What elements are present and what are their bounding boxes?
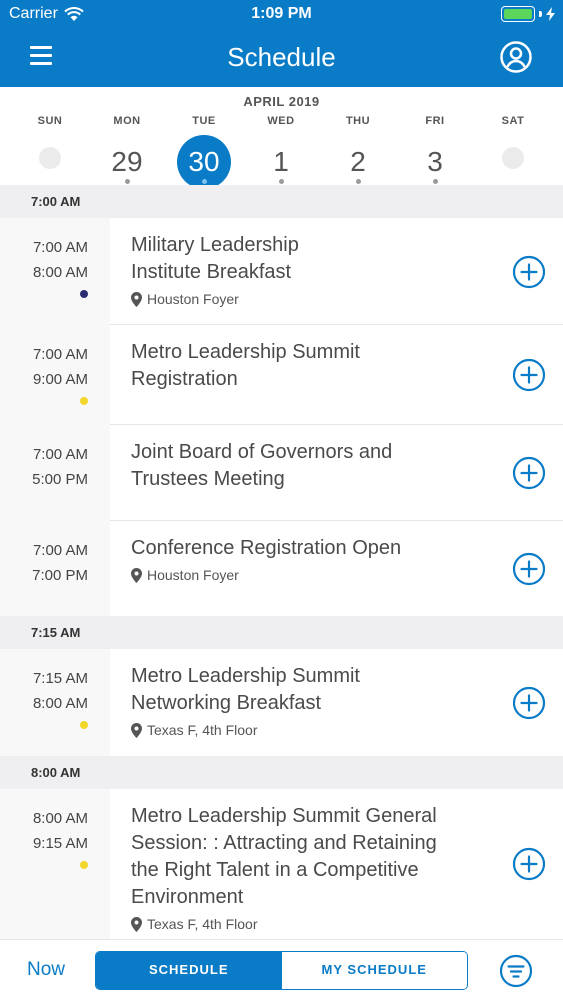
- event-location: Texas F, 4th Floor: [131, 722, 258, 738]
- schedule-list[interactable]: 7:00 AM 7:00 AM 8:00 AM Military Leadership…: [0, 185, 563, 939]
- event-title-line[interactable]: Joint Board of Governors and: [131, 439, 481, 466]
- schedule-tab[interactable]: SCHEDULE: [96, 952, 282, 989]
- empty-day-marker: [502, 147, 524, 169]
- event-end-time: 9:00 AM: [32, 371, 88, 388]
- day-name: MON: [113, 115, 141, 127]
- status-bar: Carrier 1:09 PM: [0, 0, 563, 30]
- time-section-header: 7:15 AM: [0, 616, 563, 649]
- event-title-line[interactable]: Metro Leadership Summit General: [131, 803, 481, 830]
- event-indicator-dot: [432, 179, 438, 184]
- event-location: Texas F, 4th Floor: [131, 916, 258, 932]
- add-to-schedule-icon[interactable]: [512, 358, 546, 392]
- event-start-time: 7:15 AM: [32, 670, 88, 687]
- time-section-header: 8:00 AM: [0, 756, 563, 789]
- empty-day-marker: [39, 147, 61, 169]
- event-title-line[interactable]: Registration: [131, 366, 481, 393]
- track-color-dot: [80, 721, 88, 729]
- event-end-time: 8:00 AM: [32, 264, 88, 281]
- day-column[interactable]: SAT: [478, 115, 548, 169]
- location-pin-icon: [131, 916, 142, 932]
- event-start-time: 7:00 AM: [32, 239, 88, 256]
- event-title-line[interactable]: the Right Talent in a Competitive: [131, 857, 481, 884]
- location-label: Texas F, 4th Floor: [147, 722, 258, 738]
- location-pin-icon: [131, 567, 142, 583]
- day-number[interactable]: 1: [254, 135, 308, 189]
- day-column[interactable]: TUE 30: [169, 115, 239, 189]
- add-to-schedule-icon[interactable]: [512, 255, 546, 289]
- day-column[interactable]: MON 29: [92, 115, 162, 189]
- day-name: SAT: [501, 115, 525, 127]
- add-to-schedule-icon[interactable]: [512, 847, 546, 881]
- event-row[interactable]: 7:00 AM 8:00 AM Military Leadership Institu…: [0, 218, 563, 325]
- event-title-line[interactable]: Military Leadership: [131, 232, 481, 259]
- filter-icon[interactable]: [499, 954, 533, 988]
- day-name: TUE: [192, 115, 216, 127]
- event-start-time: 7:00 AM: [32, 346, 88, 363]
- now-button[interactable]: Now: [27, 959, 65, 981]
- day-name: SUN: [37, 115, 63, 127]
- location-pin-icon: [131, 291, 142, 307]
- bottom-bar: Now SCHEDULE MY SCHEDULE: [0, 939, 563, 1000]
- add-to-schedule-icon[interactable]: [512, 552, 546, 586]
- event-title-line[interactable]: Environment: [131, 884, 481, 911]
- add-to-schedule-icon[interactable]: [512, 456, 546, 490]
- event-start-time: 8:00 AM: [32, 810, 88, 827]
- location-label: Houston Foyer: [147, 567, 239, 583]
- battery-icon: [501, 6, 555, 22]
- schedule-toggle: SCHEDULE MY SCHEDULE: [95, 951, 468, 990]
- day-number[interactable]: 29: [100, 135, 154, 189]
- profile-icon[interactable]: [500, 41, 532, 73]
- event-start-time: 7:00 AM: [32, 542, 88, 559]
- event-end-time: 5:00 PM: [32, 471, 88, 488]
- day-column[interactable]: THU 2: [323, 115, 393, 189]
- month-label: APRIL 2019: [243, 94, 320, 109]
- event-indicator-dot: [355, 179, 361, 184]
- event-location: Houston Foyer: [131, 567, 239, 583]
- event-row[interactable]: 7:00 AM 5:00 PM Joint Board of Governors a…: [0, 425, 563, 521]
- event-end-time: 8:00 AM: [32, 695, 88, 712]
- app-header: Carrier 1:09 PM Schedule: [0, 0, 563, 87]
- event-row[interactable]: 7:15 AM 8:00 AM Metro Leadership Summit Net…: [0, 649, 563, 756]
- event-end-time: 7:00 PM: [32, 567, 88, 584]
- location-label: Texas F, 4th Floor: [147, 916, 258, 932]
- day-column[interactable]: SUN: [15, 115, 85, 169]
- location-pin-icon: [131, 722, 142, 738]
- day-number[interactable]: 2: [331, 135, 385, 189]
- day-name: THU: [345, 115, 371, 127]
- day-name: WED: [267, 115, 295, 127]
- event-start-time: 7:00 AM: [32, 446, 88, 463]
- event-indicator-dot: [278, 179, 284, 184]
- selected-day[interactable]: 30: [177, 135, 231, 189]
- event-row[interactable]: 7:00 AM 9:00 AM Metro Leadership Summit Reg…: [0, 325, 563, 425]
- event-title-line[interactable]: Institute Breakfast: [131, 259, 481, 286]
- my-schedule-tab[interactable]: MY SCHEDULE: [281, 952, 467, 989]
- day-column[interactable]: FRI 3: [400, 115, 470, 189]
- day-name: FRI: [425, 115, 445, 127]
- page-title: Schedule: [227, 42, 336, 72]
- charging-bolt-icon: [546, 7, 555, 21]
- event-title-line[interactable]: Networking Breakfast: [131, 690, 481, 717]
- event-row[interactable]: 8:00 AM 9:15 AM Metro Leadership Summit Ge…: [0, 789, 563, 939]
- track-color-dot: [80, 290, 88, 298]
- event-end-time: 9:15 AM: [32, 835, 88, 852]
- time-section-header: 7:00 AM: [0, 185, 563, 218]
- track-color-dot: [80, 397, 88, 405]
- event-indicator-dot: [201, 179, 207, 184]
- week-calendar: APRIL 2019 SUN MON 29 TUE 30 WED 1 THU 2 FRI 3 SAT: [0, 87, 563, 189]
- event-indicator-dot: [124, 179, 130, 184]
- location-label: Houston Foyer: [147, 291, 239, 307]
- event-title-line[interactable]: Session: : Attracting and Retaining: [131, 830, 481, 857]
- track-color-dot: [80, 861, 88, 869]
- day-number[interactable]: 3: [408, 135, 462, 189]
- event-location: Houston Foyer: [131, 291, 239, 307]
- event-title-line[interactable]: Metro Leadership Summit: [131, 339, 481, 366]
- day-column[interactable]: WED 1: [246, 115, 316, 189]
- event-title-line[interactable]: Metro Leadership Summit: [131, 663, 481, 690]
- event-title-line[interactable]: Trustees Meeting: [131, 466, 481, 493]
- event-row[interactable]: 7:00 AM 7:00 PM Conference Registration Op…: [0, 521, 563, 616]
- event-title-line[interactable]: Conference Registration Open: [131, 535, 481, 562]
- add-to-schedule-icon[interactable]: [512, 686, 546, 720]
- status-time: 1:09 PM: [251, 5, 312, 22]
